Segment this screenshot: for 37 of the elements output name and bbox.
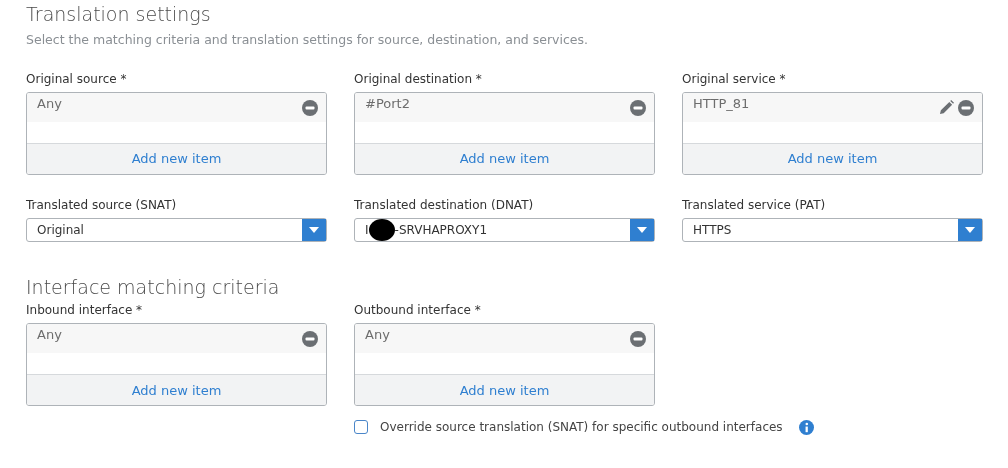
field-label: Translated service (PAT) — [682, 196, 827, 214]
list-item: HTTP_81 — [693, 94, 751, 113]
remove-icon[interactable] — [630, 99, 646, 116]
remove-icon[interactable] — [302, 331, 318, 348]
info-icon[interactable] — [798, 419, 814, 435]
remove-icon[interactable] — [302, 99, 318, 116]
field-label: Original service * — [682, 70, 787, 88]
field-label: Outbound interface * — [354, 302, 482, 320]
field-label: Inbound interface * — [26, 302, 144, 320]
caret-icon — [965, 226, 975, 233]
section-title: Translation settings — [26, 3, 212, 26]
redaction-mark — [368, 218, 395, 241]
edit-icon[interactable] — [939, 99, 954, 115]
remove-icon[interactable] — [958, 99, 974, 116]
field-label: Translated source (SNAT) — [26, 196, 178, 214]
field-label: Original destination * — [354, 70, 483, 88]
field-label: Translated destination (DNAT) — [354, 196, 535, 214]
dropdown-select[interactable]: Original — [26, 217, 327, 242]
caret-icon — [309, 226, 319, 233]
add-item-button[interactable]: Add new item — [355, 375, 654, 406]
add-item-button[interactable]: Add new item — [27, 375, 326, 406]
add-item-button[interactable]: Add new item — [355, 143, 654, 174]
list-item: Any — [365, 326, 391, 345]
list-item: Any — [37, 326, 63, 345]
checkbox[interactable] — [354, 420, 368, 435]
dropdown-select[interactable]: HTTPS — [682, 217, 983, 242]
dropdown-select[interactable]: I -SRVHAPROXY1 — [354, 217, 655, 242]
remove-icon[interactable] — [630, 331, 646, 348]
field-label: Original source * — [26, 70, 128, 88]
add-item-button[interactable]: Add new item — [27, 143, 326, 174]
section-description: Select the matching criteria and translation settings for source, destination, and services. — [26, 30, 590, 49]
list-item: #Port2 — [365, 94, 411, 113]
list-item: Any — [37, 94, 63, 113]
section-title: Interface matching criteria — [26, 275, 281, 299]
add-item-button[interactable]: Add new item — [683, 143, 982, 174]
checkbox-label: Override source translation (SNAT) for specific outbound interfaces — [380, 419, 783, 437]
caret-icon — [637, 226, 647, 233]
